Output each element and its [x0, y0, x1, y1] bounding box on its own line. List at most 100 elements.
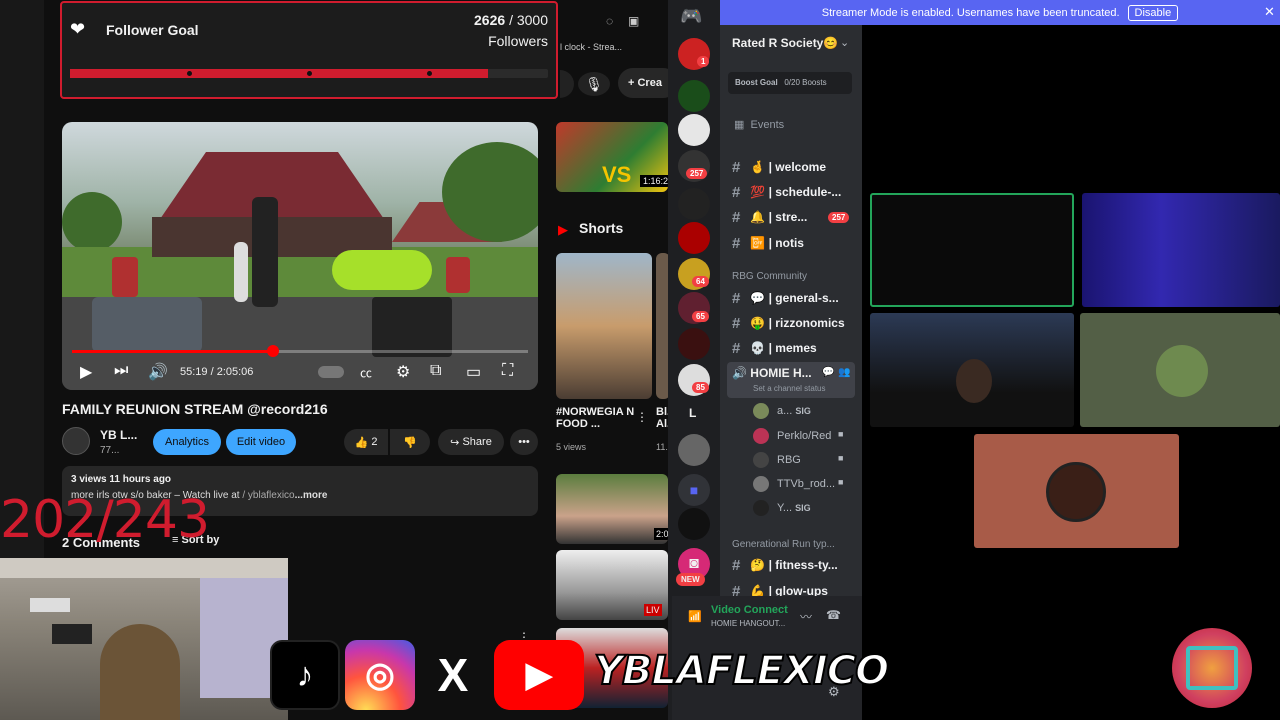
server-icon[interactable]	[678, 80, 710, 112]
streamer-mode-banner: Streamer Mode is enabled. Usernames have…	[720, 0, 1280, 25]
streamer-handle: YBLAFLEXICO	[593, 647, 890, 695]
channel-subscribers: 77...	[100, 445, 120, 456]
channel-general[interactable]: # 💬 | general-s...	[732, 287, 839, 309]
browser-tab-title[interactable]: l clock - Strea...	[560, 42, 622, 52]
video-time: 55:19 / 2:05:06	[180, 366, 254, 378]
x-icon: X	[437, 649, 469, 701]
banner-close-icon[interactable]: ✕	[1264, 4, 1275, 20]
video-player[interactable]: ▶ ⏭ 🔊 55:19 / 2:05:06 ㏄ ⚙ ⧉ ▭ ⛶	[62, 122, 538, 390]
autoplay-toggle[interactable]	[318, 366, 344, 378]
disable-streamer-mode-button[interactable]: Disable	[1127, 4, 1179, 21]
video-tile-speaking[interactable]	[870, 193, 1074, 307]
category-rbg-community[interactable]: RBG Community	[732, 271, 807, 282]
noise-icon[interactable]: 〰	[800, 608, 812, 625]
dislike-button[interactable]: 👎	[390, 429, 430, 455]
channel-notis[interactable]: # 📴 | notis	[732, 232, 804, 254]
recommended-thumbnail[interactable]: VS 1:16:2	[556, 122, 668, 192]
channel-fitness[interactable]: # 🤔 | fitness-ty...	[732, 554, 838, 576]
video-tile[interactable]	[870, 313, 1074, 427]
video-progress-bar[interactable]	[72, 345, 528, 357]
server-icon[interactable]	[678, 434, 710, 466]
goal-unit: Followers	[488, 33, 548, 49]
folder-icon[interactable]: ■	[678, 474, 710, 506]
video-icon: ■	[838, 477, 844, 487]
channel-memes[interactable]: # 💀 | memes	[732, 337, 817, 359]
chevron-down-icon[interactable]: ⌄	[840, 36, 849, 49]
channel-welcome[interactable]: # 🤞 | welcome	[732, 156, 826, 178]
voice-user[interactable]: Perklo/Red	[753, 428, 831, 444]
server-icon[interactable]	[678, 188, 710, 220]
voice-user[interactable]: a... SIG	[753, 403, 811, 419]
channel-name: 💀 | memes	[750, 341, 817, 355]
play-icon[interactable]: ▶	[80, 362, 92, 382]
like-button[interactable]: 👍 2	[344, 429, 388, 455]
chat-icon[interactable]: 💬	[822, 367, 834, 378]
more-link[interactable]: ...more	[295, 490, 328, 501]
server-icon[interactable]	[678, 328, 710, 360]
theater-icon[interactable]: ▭	[466, 362, 481, 382]
next-icon[interactable]: ⏭	[114, 362, 128, 380]
fullscreen-icon[interactable]: ⛶	[502, 362, 513, 380]
channel-avatar[interactable]	[62, 427, 90, 455]
server-badge: 85	[692, 382, 709, 393]
volume-icon[interactable]: 🔊	[148, 362, 168, 382]
voice-user-name: TTVb_rod...	[777, 478, 836, 490]
miniplayer-icon[interactable]: ⧉	[430, 362, 441, 380]
captions-icon[interactable]: ㏄	[360, 364, 372, 381]
instagram-icon: ◎	[345, 640, 415, 710]
video-scrubber[interactable]	[266, 345, 279, 357]
server-icon[interactable]	[678, 508, 710, 540]
tv	[52, 624, 92, 644]
short-title[interactable]: #NORWEGIA N FOOD ...	[556, 406, 638, 430]
category-generational-run[interactable]: Generational Run typ...	[732, 539, 835, 550]
server-letter[interactable]: L	[689, 406, 696, 420]
share-button[interactable]: ↪ Share	[438, 429, 504, 455]
video-connected-label[interactable]: Video Connect	[711, 604, 788, 616]
channel-rizzonomics[interactable]: # 🤑 | rizzonomics	[732, 312, 845, 334]
channel-name: 🔔 | stre...	[750, 210, 808, 224]
cooler	[92, 297, 202, 352]
screen-icon[interactable]: ▣	[628, 14, 639, 28]
events-item[interactable]: ▦ Events	[734, 118, 784, 131]
server-icon[interactable]	[678, 114, 710, 146]
webcam-feed	[0, 558, 288, 720]
voice-user[interactable]: TTVb_rod...	[753, 476, 835, 492]
edit-video-button[interactable]: Edit video	[226, 429, 296, 455]
server-icon[interactable]	[678, 222, 710, 254]
settings-gear-icon[interactable]: ⚙	[396, 362, 410, 382]
person	[252, 197, 278, 307]
mic-button[interactable]: 🎙	[578, 72, 610, 96]
add-user-icon[interactable]: 👥	[838, 367, 850, 378]
channel-schedule[interactable]: # 💯 | schedule-...	[732, 181, 841, 203]
disconnect-icon[interactable]: ☎	[826, 608, 841, 622]
notification-icon[interactable]: ◌	[606, 14, 613, 28]
goal-separator: /	[509, 12, 513, 28]
channel-streams[interactable]: # 🔔 | stre...	[732, 206, 807, 228]
boost-goal-bar[interactable]: Boost Goal 0/20 Boosts	[728, 72, 852, 94]
share-label: Share	[462, 436, 492, 448]
live-link[interactable]: / yblaflexico	[242, 490, 294, 501]
server-badge: 257	[686, 168, 708, 179]
voice-status[interactable]: Set a channel status	[753, 384, 826, 393]
new-badge: NEW	[676, 573, 705, 586]
voice-user[interactable]: Y... SIG	[753, 500, 811, 516]
more-actions-button[interactable]: •••	[510, 429, 538, 455]
recommended-thumbnail[interactable]: LIV	[556, 550, 668, 620]
thumbs-up-icon: 👍	[354, 436, 372, 449]
recommended-thumbnail[interactable]: 2:0	[556, 474, 668, 544]
discord-logo-icon[interactable]: 🎮	[680, 6, 702, 27]
voice-channel-path[interactable]: HOMIE HANGOUT...	[711, 619, 785, 628]
goal-milestone-dot	[187, 71, 192, 76]
voice-channel-name[interactable]: 🔊 HOMIE H...	[732, 366, 812, 380]
voice-user-name: a...	[777, 405, 793, 417]
video-tile[interactable]	[974, 434, 1179, 548]
short-more-icon[interactable]: ⋮	[636, 410, 648, 424]
voice-user[interactable]: RBG	[753, 452, 801, 468]
channel-name[interactable]: YB L...	[100, 428, 137, 442]
server-name[interactable]: Rated R Society😊	[732, 36, 838, 50]
analytics-button[interactable]: Analytics	[153, 429, 221, 455]
short-thumbnail[interactable]	[556, 253, 652, 399]
video-tile[interactable]	[1080, 313, 1280, 427]
video-tile[interactable]	[1082, 193, 1280, 307]
video-icon: ■	[838, 453, 844, 463]
